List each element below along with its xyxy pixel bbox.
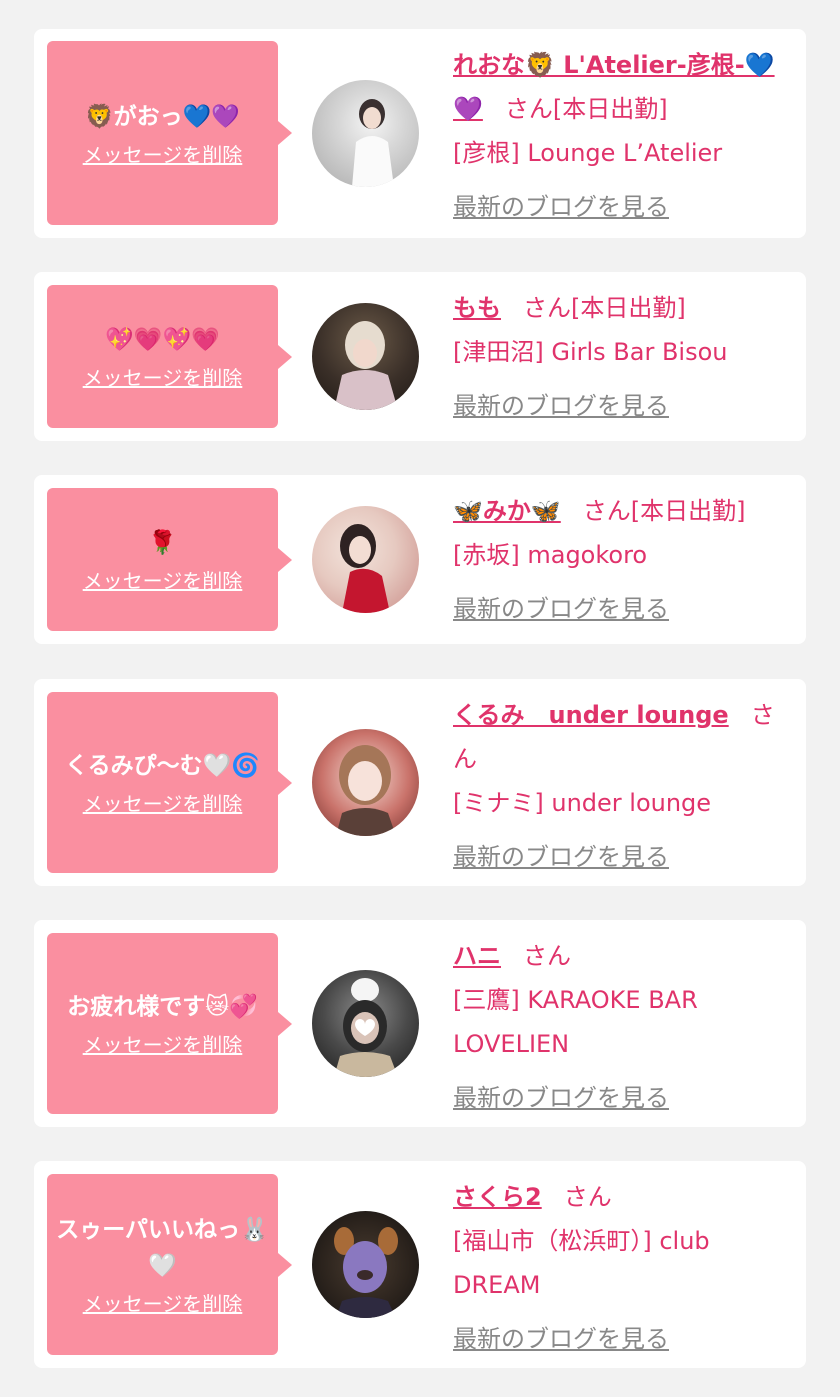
- message-text: 💖💗💖💗: [105, 327, 220, 353]
- latest-blog-link[interactable]: 最新のブログを見る: [453, 185, 669, 229]
- message-bubble: 🦁がおっ💙💜 メッセージを削除: [47, 41, 292, 225]
- delete-message-link[interactable]: メッセージを削除: [83, 139, 243, 168]
- latest-blog-link[interactable]: 最新のブログを見る: [453, 1317, 669, 1361]
- avatar-photo-icon: [352, 99, 394, 187]
- avatar[interactable]: [312, 970, 419, 1077]
- message-bubble: 🌹 メッセージを削除: [47, 488, 292, 631]
- latest-blog-link[interactable]: 最新のブログを見る: [453, 835, 669, 879]
- latest-blog-link[interactable]: 最新のブログを見る: [453, 384, 669, 428]
- cast-name-link[interactable]: ハニ: [453, 942, 501, 970]
- avatar[interactable]: [312, 1211, 419, 1318]
- message-bubble: くるみぴ〜む🤍🌀 メッセージを削除: [47, 692, 292, 873]
- message-bubble: スゥーパいいねっ🐰🤍 メッセージを削除: [47, 1174, 292, 1355]
- delete-message-link[interactable]: メッセージを削除: [83, 788, 243, 817]
- cast-info: れおな🦁 L'Atelier-彦根-💙💜 さん[本日出勤] [彦根] Lounge…: [453, 43, 792, 229]
- message-bubble: 💖💗💖💗 メッセージを削除: [47, 285, 292, 428]
- message-text: スゥーパいいねっ🐰🤍: [56, 1217, 269, 1279]
- cast-info: くるみ under lounge さん [ミナミ] under lounge 最新…: [453, 693, 792, 879]
- avatar-photo-icon: [334, 1227, 398, 1318]
- delete-message-link[interactable]: メッセージを削除: [83, 565, 243, 594]
- message-text: 🦁がおっ💙💜: [85, 103, 240, 130]
- message-card: 💖💗💖💗 メッセージを削除 もも さん[本日出勤] [津田沼] Girls Bar…: [34, 272, 806, 441]
- status-badge: [本日出勤]: [630, 497, 746, 525]
- avatar[interactable]: [312, 303, 419, 410]
- shop-name: [三鷹] KARAOKE BAR LOVELIEN: [453, 986, 698, 1058]
- delete-message-link[interactable]: メッセージを削除: [83, 1288, 243, 1317]
- shop-name: [赤坂] magokoro: [453, 541, 648, 569]
- cast-info: もも さん[本日出勤] [津田沼] Girls Bar Bisou 最新のブログを…: [453, 286, 792, 428]
- shop-name: [福山市（松浜町）] club DREAM: [453, 1227, 710, 1299]
- cast-name-link[interactable]: もも: [453, 294, 501, 322]
- shop-name: [彦根] Lounge L’Atelier: [453, 139, 723, 167]
- avatar-photo-icon: [334, 978, 398, 1077]
- message-card: スゥーパいいねっ🐰🤍 メッセージを削除 さくら2 さん [福山市（松浜町）] cl…: [34, 1161, 806, 1368]
- shop-name: [ミナミ] under lounge: [453, 789, 712, 817]
- cast-name-link[interactable]: くるみ under lounge: [453, 701, 729, 729]
- honorific: さん: [523, 942, 571, 970]
- avatar[interactable]: [312, 729, 419, 836]
- honorific: さん: [582, 497, 631, 525]
- delete-message-link[interactable]: メッセージを削除: [83, 1029, 243, 1058]
- avatar-photo-icon: [336, 745, 396, 836]
- latest-blog-link[interactable]: 最新のブログを見る: [453, 1076, 669, 1120]
- shop-name: [津田沼] Girls Bar Bisou: [453, 338, 728, 366]
- message-bubble: お疲れ様です😿💞 メッセージを削除: [47, 933, 292, 1114]
- honorific: さん: [563, 1183, 612, 1211]
- avatar-photo-icon: [340, 524, 390, 613]
- honorific: さん: [523, 294, 571, 322]
- message-card: 🌹 メッセージを削除 🦋みか🦋 さん[本日出勤] [赤坂] magokoro 最新…: [34, 475, 806, 644]
- delete-message-link[interactable]: メッセージを削除: [83, 362, 243, 391]
- cast-name-link[interactable]: 🦋みか🦋: [453, 497, 561, 525]
- avatar-photo-icon: [334, 321, 398, 410]
- cast-info: 🦋みか🦋 さん[本日出勤] [赤坂] magokoro 最新のブログを見る: [453, 489, 792, 631]
- cast-info: ハニ さん [三鷹] KARAOKE BAR LOVELIEN 最新のブログを見る: [453, 934, 792, 1120]
- avatar[interactable]: [312, 80, 419, 187]
- status-badge: [本日出勤]: [571, 294, 686, 322]
- latest-blog-link[interactable]: 最新のブログを見る: [453, 587, 669, 631]
- honorific: さん: [504, 95, 553, 123]
- message-card: 🦁がおっ💙💜 メッセージを削除 れおな🦁 L'Atelier-彦根-💙💜 さん[本…: [34, 29, 806, 238]
- message-text: 🌹: [148, 530, 177, 556]
- avatar[interactable]: [312, 506, 419, 613]
- status-badge: [本日出勤]: [552, 95, 668, 123]
- message-card: お疲れ様です😿💞 メッセージを削除 ハニ さん [三鷹] KARAOKE BAR …: [34, 920, 806, 1127]
- message-text: くるみぴ〜む🤍🌀: [65, 753, 260, 779]
- message-card: くるみぴ〜む🤍🌀 メッセージを削除 くるみ under lounge さん [ミナ…: [34, 679, 806, 886]
- cast-name-link[interactable]: さくら2: [453, 1183, 542, 1211]
- cast-info: さくら2 さん [福山市（松浜町）] club DREAM 最新のブログを見る: [453, 1175, 792, 1361]
- message-text: お疲れ様です😿💞: [67, 994, 258, 1020]
